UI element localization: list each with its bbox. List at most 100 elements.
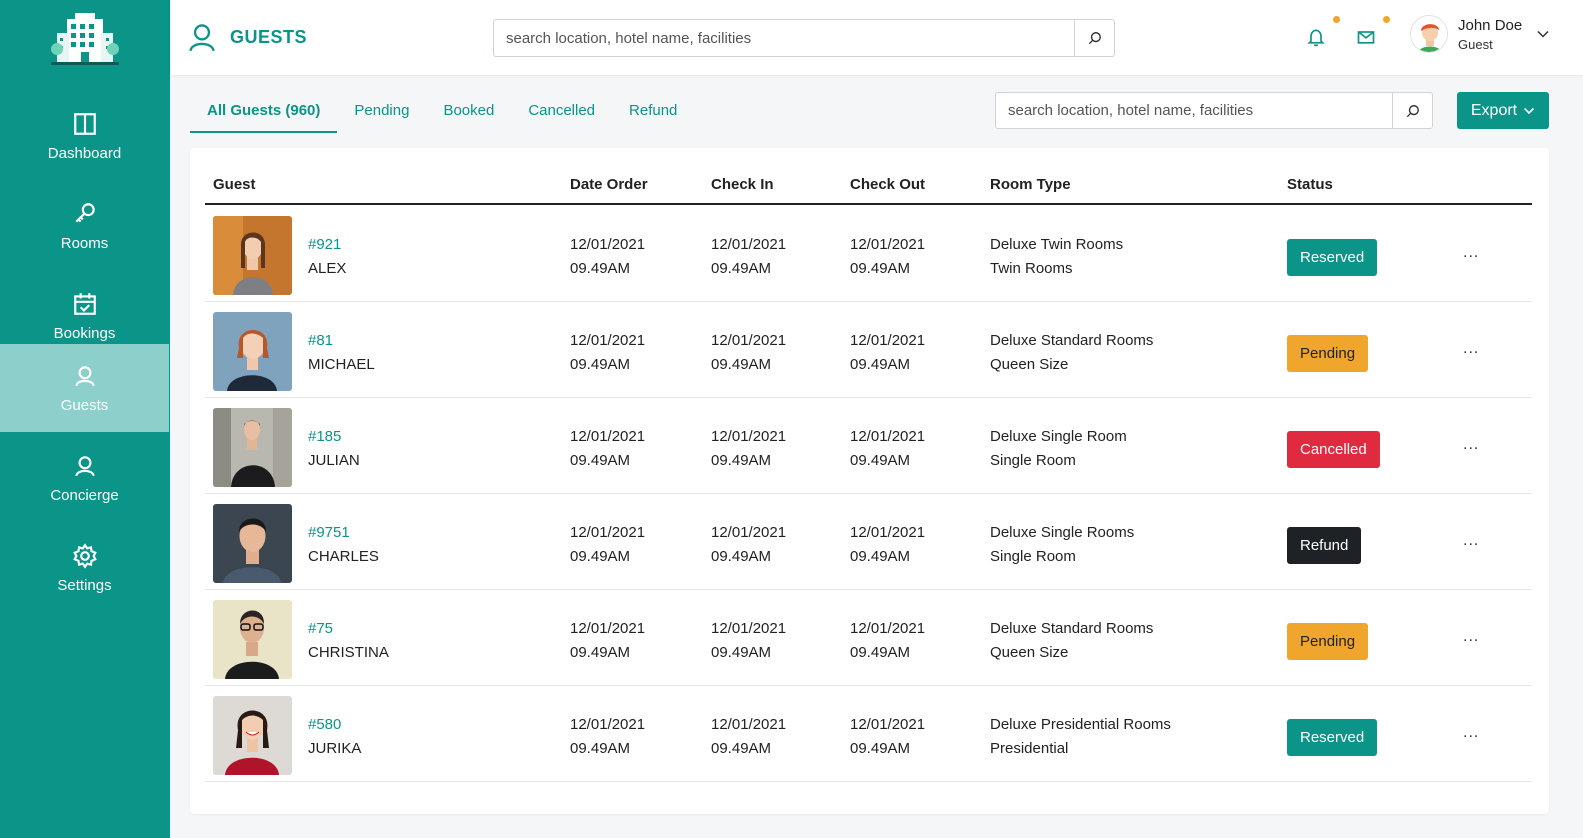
header-search-button[interactable] (1074, 20, 1114, 56)
room-subtype: Queen Size (990, 356, 1069, 373)
date-order: 12/01/2021 (570, 620, 646, 637)
more-options-button[interactable]: ... (1463, 628, 1479, 646)
table-row[interactable]: #81 MICHAEL 12/01/2021 09.49AM 12/01/202… (205, 302, 1532, 398)
chevron-down-icon[interactable] (1536, 27, 1550, 41)
user-menu[interactable]: John Doe Guest (1410, 15, 1550, 53)
check-in: 12/01/2021 (711, 524, 787, 541)
tab-booked[interactable]: Booked (426, 92, 511, 133)
mail-icon[interactable] (1356, 27, 1376, 47)
more-options-button[interactable]: ... (1463, 724, 1479, 742)
header-search-input[interactable] (494, 20, 1074, 56)
more-options-button[interactable]: ... (1463, 340, 1479, 358)
guest-photo (213, 504, 292, 583)
column-header-check-in[interactable]: Check In (711, 176, 774, 193)
guest-id[interactable]: #9751 (308, 524, 350, 541)
guest-photo (213, 600, 292, 679)
sidebar-item-guests[interactable]: Guests (0, 344, 169, 432)
check-in: 12/01/2021 (711, 332, 787, 349)
sidebar-item-rooms[interactable]: Rooms (0, 182, 169, 270)
date-order-time: 09.49AM (570, 548, 631, 565)
sidebar-item-dashboard[interactable]: Dashboard (0, 92, 169, 180)
avatar-illustration (1411, 16, 1447, 52)
guest-id[interactable]: #81 (308, 332, 333, 349)
check-out-time: 09.49AM (850, 740, 911, 757)
avatar (1410, 15, 1448, 53)
sidebar-item-label: Settings (57, 576, 112, 594)
notification-dot (1333, 16, 1340, 23)
user-icon (189, 24, 215, 52)
date-order-time: 09.49AM (570, 452, 631, 469)
sidebar-item-label: Concierge (50, 486, 119, 504)
guest-id[interactable]: #921 (308, 236, 341, 253)
guest-portrait-illustration (213, 216, 292, 295)
sidebar-item-concierge[interactable]: Concierge (0, 434, 169, 522)
search-icon (1088, 32, 1101, 45)
check-in: 12/01/2021 (711, 236, 787, 253)
guest-name: JULIAN (308, 452, 360, 469)
table-row[interactable]: #921 ALEX 12/01/2021 09.49AM 12/01/2021 … (205, 206, 1532, 302)
check-out: 12/01/2021 (850, 716, 926, 733)
column-header-guest[interactable]: Guest (213, 176, 256, 193)
guest-id[interactable]: #75 (308, 620, 333, 637)
sidebar-item-settings[interactable]: Settings (0, 524, 169, 612)
tab-refund[interactable]: Refund (612, 92, 694, 133)
room-type: Deluxe Twin Rooms (990, 236, 1124, 253)
guest-photo (213, 696, 292, 775)
table-row[interactable]: #580 JURIKA 12/01/2021 09.49AM 12/01/202… (205, 686, 1532, 782)
room-subtype: Single Room (990, 548, 1076, 565)
hotel-building-icon (51, 13, 119, 65)
date-order-time: 09.49AM (570, 356, 631, 373)
check-out-time: 09.49AM (850, 452, 911, 469)
table-row[interactable]: #9751 CHARLES 12/01/2021 09.49AM 12/01/2… (205, 494, 1532, 590)
check-out: 12/01/2021 (850, 332, 926, 349)
guest-id[interactable]: #185 (308, 428, 341, 445)
check-in-time: 09.49AM (711, 740, 772, 757)
status-badge: Pending (1287, 623, 1369, 660)
user-info: John Doe Guest (1458, 17, 1522, 52)
room-type: Deluxe Single Rooms (990, 524, 1135, 541)
status-tabs: All Guests (960) Pending Booked Cancelle… (190, 92, 694, 133)
guest-name: CHARLES (308, 548, 379, 565)
page-title-text: GUESTS (230, 26, 308, 47)
export-button[interactable]: Export (1457, 92, 1549, 129)
hotel-logo[interactable] (0, 0, 170, 78)
table-row[interactable]: #185 JULIAN 12/01/2021 09.49AM 12/01/202… (205, 398, 1532, 494)
check-out-time: 09.49AM (850, 260, 911, 277)
table-row[interactable]: #75 CHRISTINA 12/01/2021 09.49AM 12/01/2… (205, 590, 1532, 686)
tab-all-guests[interactable]: All Guests (960) (190, 92, 338, 133)
check-out-time: 09.49AM (850, 356, 911, 373)
check-in-time: 09.49AM (711, 260, 772, 277)
column-header-room-type[interactable]: Room Type (990, 176, 1071, 193)
top-header: GUESTS John Doe Guest (170, 0, 1583, 75)
date-order: 12/01/2021 (570, 236, 646, 253)
check-in-time: 09.49AM (711, 644, 772, 661)
tab-pending[interactable]: Pending (337, 92, 426, 133)
guest-photo (213, 216, 292, 295)
sidebar-item-label: Rooms (60, 234, 109, 252)
check-in-time: 09.49AM (711, 356, 772, 373)
bell-icon[interactable] (1306, 27, 1326, 47)
more-options-button[interactable]: ... (1463, 532, 1479, 550)
date-order: 12/01/2021 (570, 716, 646, 733)
user-icon (74, 365, 95, 386)
room-type: Deluxe Presidential Rooms (990, 716, 1171, 733)
gear-icon (72, 542, 97, 569)
table-search-button[interactable] (1392, 93, 1432, 128)
more-options-button[interactable]: ... (1463, 244, 1479, 262)
column-header-status[interactable]: Status (1287, 176, 1333, 193)
column-header-date-order[interactable]: Date Order (570, 176, 648, 193)
check-in: 12/01/2021 (711, 716, 787, 733)
user-name: John Doe (1458, 16, 1523, 34)
room-type: Deluxe Single Room (990, 428, 1127, 445)
user-icon (74, 455, 95, 476)
status-badge: Refund (1287, 527, 1362, 564)
table-search (995, 92, 1433, 129)
table-search-input[interactable] (996, 93, 1392, 128)
tab-cancelled[interactable]: Cancelled (511, 92, 612, 133)
status-badge: Cancelled (1287, 431, 1380, 468)
more-options-button[interactable]: ... (1463, 436, 1479, 454)
guest-portrait-illustration (213, 408, 292, 487)
guest-id[interactable]: #580 (308, 716, 341, 733)
check-out: 12/01/2021 (850, 620, 926, 637)
column-header-check-out[interactable]: Check Out (850, 176, 925, 193)
